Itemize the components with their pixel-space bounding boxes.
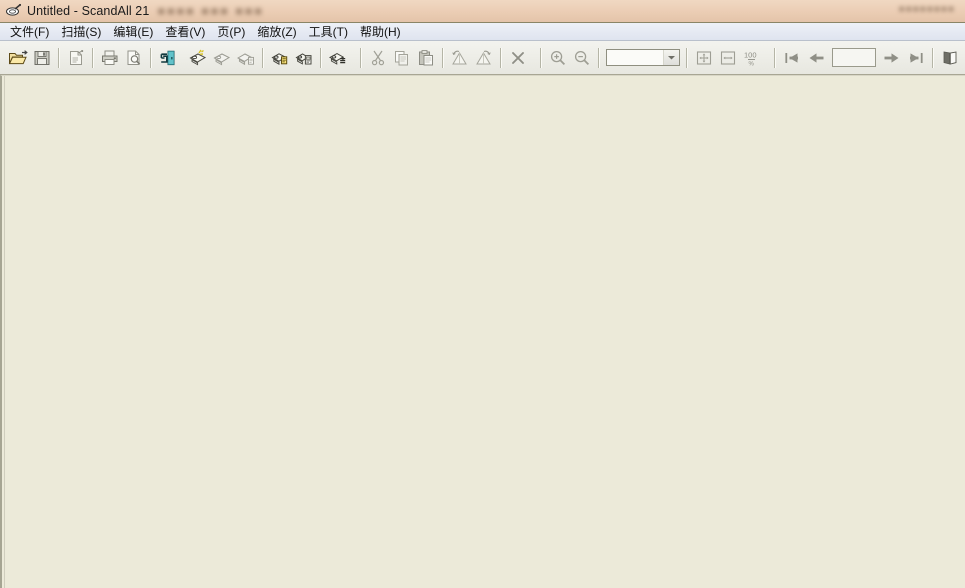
toolbar-separator xyxy=(932,47,934,68)
exit-icon[interactable] xyxy=(156,46,180,70)
title-overlay-blurred: ■■■■ ■■■ ■■■ xyxy=(157,4,264,18)
scan-options-icon[interactable] xyxy=(326,46,350,70)
toolbar-separator xyxy=(360,47,362,68)
menu-page[interactable]: 页(P) xyxy=(211,22,251,42)
menu-edit[interactable]: 编辑(E) xyxy=(107,22,159,42)
last-page-icon[interactable] xyxy=(904,46,928,70)
first-page-icon[interactable] xyxy=(780,46,804,70)
toolbar-separator xyxy=(598,47,600,68)
prev-page-icon[interactable] xyxy=(804,46,828,70)
rotate-right-icon[interactable] xyxy=(472,46,496,70)
zoom-level-combobox[interactable] xyxy=(606,49,680,66)
title-bar: Untitled - ScandAll 21 ■■■■ ■■■ ■■■ ■■■■… xyxy=(0,0,965,23)
svg-text:%: % xyxy=(749,61,755,67)
delete-icon[interactable] xyxy=(506,46,530,70)
zoom-out-icon[interactable] xyxy=(570,46,594,70)
scan-icon[interactable] xyxy=(186,46,210,70)
menu-help[interactable]: 帮助(H) xyxy=(354,22,407,42)
title-overlay-right-blurred: ■■■■■■■■ xyxy=(898,4,955,15)
fit-width-icon[interactable] xyxy=(716,46,740,70)
menu-tools[interactable]: 工具(T) xyxy=(303,22,354,42)
toolbar-separator xyxy=(150,47,152,68)
scanner-settings-icon[interactable] xyxy=(268,46,292,70)
copy-icon[interactable] xyxy=(390,46,414,70)
toolbar-separator xyxy=(262,47,264,68)
save-icon[interactable] xyxy=(30,46,54,70)
toolbar-separator xyxy=(686,47,688,68)
zoom-in-icon[interactable] xyxy=(546,46,570,70)
toolbar-separator xyxy=(442,47,444,68)
toolbar: 100 % xyxy=(0,41,965,75)
scanner-select-icon[interactable] xyxy=(292,46,316,70)
toolbar-separator xyxy=(320,47,322,68)
document-canvas[interactable] xyxy=(4,76,965,588)
zoom-100-icon[interactable]: 100 % xyxy=(740,46,764,70)
open-file-icon[interactable] xyxy=(6,46,30,70)
toolbar-separator xyxy=(58,47,60,68)
menu-file[interactable]: 文件(F) xyxy=(4,22,55,42)
window-title: Untitled - ScandAll 21 xyxy=(27,4,150,18)
svg-text:100: 100 xyxy=(744,50,757,59)
document-properties-icon[interactable] xyxy=(64,46,88,70)
menu-scan[interactable]: 扫描(S) xyxy=(55,22,107,42)
fit-page-icon[interactable] xyxy=(692,46,716,70)
toolbar-separator xyxy=(540,47,542,68)
page-number-input[interactable] xyxy=(832,48,876,67)
scandall-main-window: Untitled - ScandAll 21 ■■■■ ■■■ ■■■ ■■■■… xyxy=(0,0,965,588)
menu-zoom[interactable]: 缩放(Z) xyxy=(251,22,302,42)
next-page-icon[interactable] xyxy=(880,46,904,70)
toolbar-separator xyxy=(500,47,502,68)
menu-bar: 文件(F) 扫描(S) 编辑(E) 查看(V) 页(P) 缩放(Z) 工具(T)… xyxy=(0,23,965,41)
scan-to-file-icon[interactable] xyxy=(234,46,258,70)
toolbar-separator xyxy=(774,47,776,68)
rotate-left-icon[interactable] xyxy=(448,46,472,70)
paste-icon[interactable] xyxy=(414,46,438,70)
document-client-area[interactable] xyxy=(0,75,965,588)
print-preview-icon[interactable] xyxy=(122,46,146,70)
scanner-pen-icon xyxy=(5,3,22,19)
menu-view[interactable]: 查看(V) xyxy=(159,22,211,42)
toolbar-separator xyxy=(92,47,94,68)
scan-batch-icon[interactable] xyxy=(210,46,234,70)
chevron-down-icon[interactable] xyxy=(663,50,679,65)
two-page-view-icon[interactable] xyxy=(938,46,962,70)
print-icon[interactable] xyxy=(98,46,122,70)
cut-icon[interactable] xyxy=(366,46,390,70)
